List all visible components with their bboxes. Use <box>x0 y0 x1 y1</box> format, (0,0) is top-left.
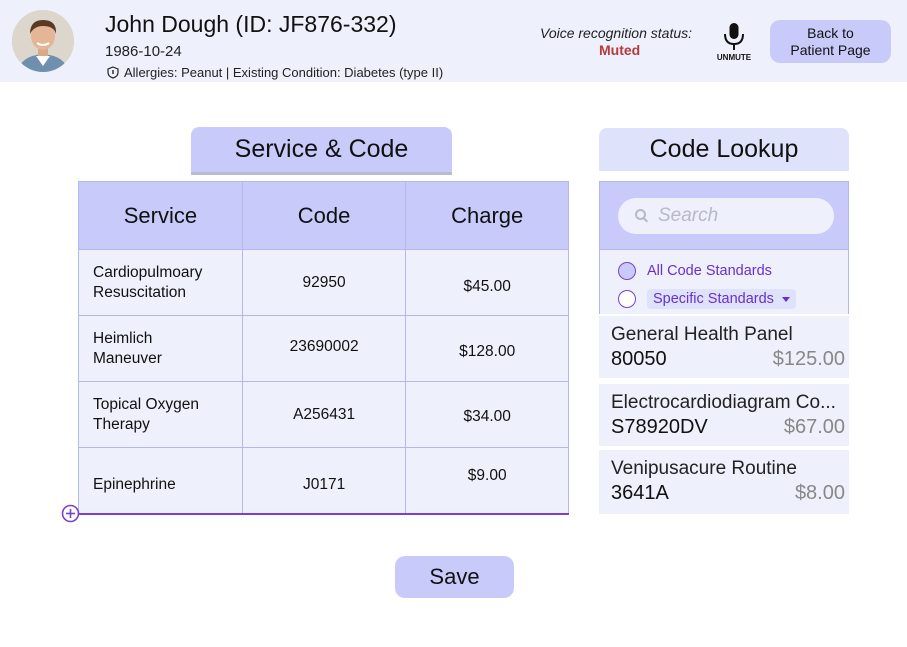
patient-name: John Dough (ID: JF876-332) <box>105 11 397 37</box>
result-name: General Health Panel <box>611 324 793 345</box>
patient-header: John Dough (ID: JF876-332) 1986-10-24 Al… <box>0 0 907 82</box>
voice-status-label: Voice recognition status: <box>540 25 693 41</box>
service-cell[interactable]: Epinephrine <box>78 447 243 514</box>
back-to-patient-button[interactable]: Back to Patient Page <box>770 20 891 63</box>
patient-allergies: Allergies: Peanut | Existing Condition: … <box>107 65 443 80</box>
filter-specific-standards[interactable]: Specific Standards <box>618 289 796 309</box>
search-icon <box>635 209 649 223</box>
table-header-row: Service Code Charge <box>78 181 569 250</box>
filter-specific-label: Specific Standards <box>653 291 774 307</box>
result-code: 80050 <box>611 348 667 370</box>
lookup-result-item[interactable]: Electrocardiodiagram Co... S78920DV $67.… <box>599 382 849 446</box>
microphone-icon <box>724 23 744 50</box>
table-row[interactable]: Cardiopulmoary Resuscitation 92950 $45.00 <box>78 249 569 316</box>
code-cell[interactable]: A256431 <box>241 381 407 448</box>
specific-standards-dropdown[interactable]: Specific Standards <box>647 289 796 309</box>
service-cell[interactable]: Cardiopulmoary Resuscitation <box>78 249 243 316</box>
voice-status-value: Muted <box>599 42 641 58</box>
radio-specific-standards[interactable] <box>618 290 636 308</box>
column-header-service: Service <box>78 181 243 250</box>
charge-cell[interactable]: $34.00 <box>405 381 569 448</box>
code-cell[interactable]: 92950 <box>241 249 407 316</box>
charge-cell[interactable]: $45.00 <box>405 249 569 316</box>
lookup-result-item[interactable]: General Health Panel 80050 $125.00 <box>599 314 849 378</box>
result-name: Electrocardiodiagram Co... <box>611 392 836 413</box>
add-row-button[interactable] <box>61 504 80 523</box>
result-price: $67.00 <box>783 416 845 438</box>
shield-icon <box>107 66 119 79</box>
service-cell[interactable]: Heimlich Maneuver <box>78 315 243 382</box>
column-header-code: Code <box>241 181 407 250</box>
code-standard-filter: All Code Standards Specific Standards <box>599 250 849 314</box>
lookup-result-item[interactable]: Venipusacure Routine 3641A $8.00 <box>599 448 849 514</box>
table-row[interactable]: Heimlich Maneuver 23690002 $128.00 <box>78 315 569 382</box>
result-code: 3641A <box>611 482 669 504</box>
code-lookup-title: Code Lookup <box>599 128 849 171</box>
search-box[interactable] <box>618 198 834 234</box>
code-lookup-search-area <box>599 181 849 250</box>
table-row[interactable]: Epinephrine J0171 $9.00 <box>78 447 569 514</box>
result-name: Venipusacure Routine <box>611 458 797 479</box>
charge-cell[interactable]: $9.00 <box>405 447 569 514</box>
code-cell[interactable]: J0171 <box>241 447 407 514</box>
table-bottom-divider <box>78 513 569 515</box>
column-header-charge: Charge <box>405 181 569 250</box>
result-code: S78920DV <box>611 416 708 438</box>
patient-avatar <box>12 10 74 72</box>
filter-all-standards[interactable]: All Code Standards <box>618 262 772 280</box>
save-button[interactable]: Save <box>395 556 514 598</box>
unmute-button[interactable]: UNMUTE <box>716 22 752 64</box>
code-cell[interactable]: 23690002 <box>241 315 407 382</box>
search-input[interactable] <box>658 205 828 227</box>
result-price: $8.00 <box>794 482 845 504</box>
radio-all-standards[interactable] <box>618 262 636 280</box>
plus-circle-icon <box>61 504 80 523</box>
result-price: $125.00 <box>772 348 845 370</box>
service-table: Service Code Charge Cardiopulmoary Resusc… <box>78 181 569 514</box>
charge-cell[interactable]: $128.00 <box>405 315 569 382</box>
allergies-text: Allergies: Peanut | Existing Condition: … <box>124 65 444 80</box>
patient-dob: 1986-10-24 <box>105 43 182 60</box>
unmute-label: UNMUTE <box>716 53 752 62</box>
back-button-label: Back to Patient Page <box>790 24 871 58</box>
service-code-title: Service & Code <box>191 127 452 172</box>
filter-all-label: All Code Standards <box>647 263 772 279</box>
table-row[interactable]: Topical Oxygen Therapy A256431 $34.00 <box>78 381 569 448</box>
caret-down-icon <box>781 296 790 302</box>
service-cell[interactable]: Topical Oxygen Therapy <box>78 381 243 448</box>
